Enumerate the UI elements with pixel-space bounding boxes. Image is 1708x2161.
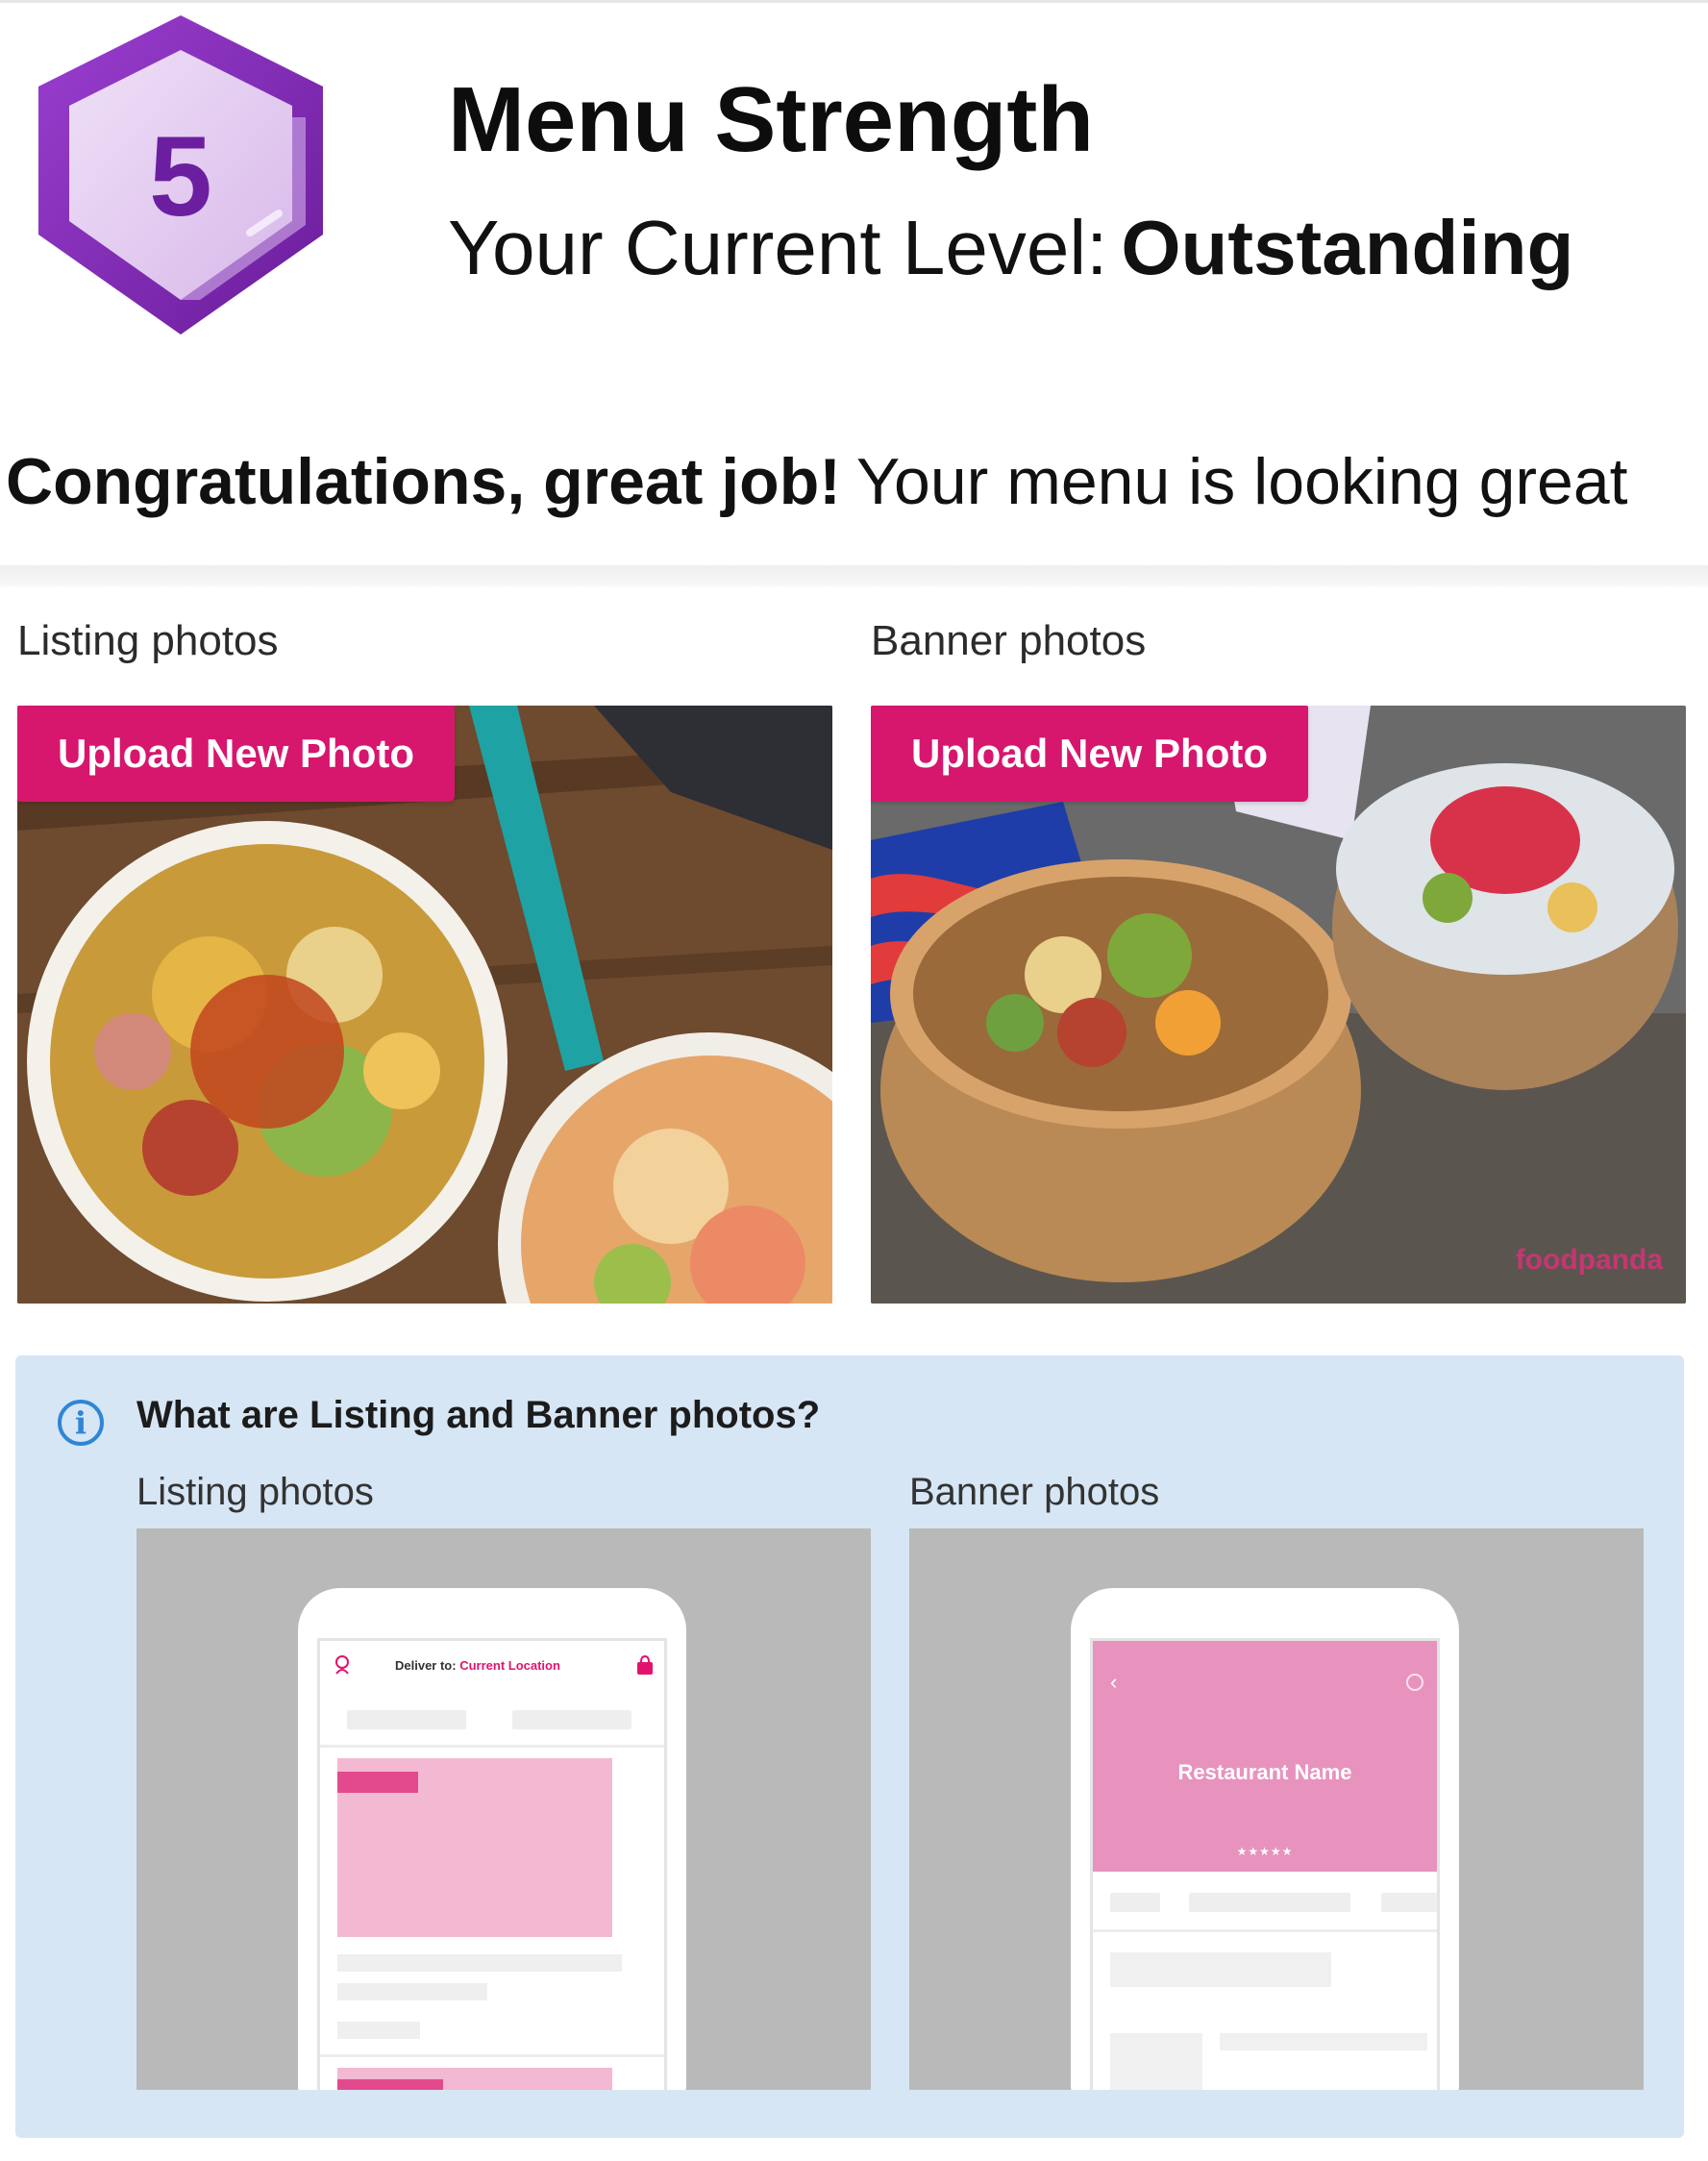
page-title: Menu Strength xyxy=(448,68,1094,171)
deliver-to-text: Deliver to: Current Location xyxy=(395,1658,560,1673)
listing-mock-topbar: Deliver to: Current Location xyxy=(320,1641,664,1689)
tab-placeholder xyxy=(1110,1893,1160,1912)
filter-placeholder xyxy=(512,1710,631,1729)
shopping-bag-icon xyxy=(637,1654,653,1675)
listing-mockup: Deliver to: Current Location xyxy=(136,1528,871,2090)
back-icon: ‹ xyxy=(1110,1670,1118,1694)
congrats-message: Congratulations, great job! Your menu is … xyxy=(6,444,1628,519)
current-level-value: Outstanding xyxy=(1121,205,1574,290)
info-circle-icon xyxy=(1406,1674,1423,1691)
text-placeholder xyxy=(337,1983,487,2000)
info-banner-label: Banner photos xyxy=(909,1471,1160,1513)
level-number: 5 xyxy=(149,113,212,240)
tab-placeholder xyxy=(1381,1893,1437,1912)
mock-rating-stars: ★★★★★ xyxy=(1236,1845,1294,1858)
current-level-label: Your Current Level: xyxy=(448,205,1108,290)
current-level: Your Current Level: Outstanding xyxy=(448,204,1573,292)
text-placeholder xyxy=(1110,1952,1331,1987)
listing-phone-screen: Deliver to: Current Location xyxy=(317,1638,667,2090)
banner-upload-button[interactable]: Upload New Photo xyxy=(871,706,1308,802)
text-placeholder xyxy=(337,1954,622,1972)
deliver-to-location: Current Location xyxy=(459,1658,560,1673)
congrats-strong: Congratulations, great job! xyxy=(6,445,841,518)
info-icon: i xyxy=(58,1400,104,1446)
section-divider xyxy=(0,565,1708,586)
photo-info-box: i What are Listing and Banner photos? Li… xyxy=(15,1355,1684,2138)
banner-phone-frame: ‹ Restaurant Name ★★★★★ xyxy=(1071,1588,1459,2090)
mock-restaurant-name: Restaurant Name xyxy=(1177,1760,1352,1784)
foodpanda-watermark: foodpanda xyxy=(1515,1244,1663,1276)
info-listing-label: Listing photos xyxy=(136,1471,374,1513)
banner-photo[interactable]: Upload New Photo foodpanda xyxy=(871,706,1686,1304)
listing-tag-placeholder xyxy=(337,1772,418,1793)
congrats-rest: Your menu is looking great xyxy=(855,445,1628,518)
mock-divider xyxy=(1093,1929,1437,1932)
tab-placeholder xyxy=(1189,1893,1350,1912)
listing-tag-placeholder xyxy=(337,2079,443,2090)
mock-divider xyxy=(320,2054,664,2057)
top-divider xyxy=(0,0,1708,3)
deliver-to-label: Deliver to: xyxy=(395,1658,457,1673)
image-placeholder xyxy=(1110,2033,1202,2090)
level-badge: 5 xyxy=(27,12,334,338)
listing-photo[interactable]: Upload New Photo xyxy=(17,706,832,1304)
location-pin-icon xyxy=(335,1655,349,1675)
filter-placeholder xyxy=(347,1710,466,1729)
listing-photos-label: Listing photos xyxy=(17,617,279,664)
banner-header-placeholder: ‹ Restaurant Name ★★★★★ xyxy=(1093,1641,1437,1872)
text-placeholder xyxy=(1220,2033,1427,2050)
banner-photos-label: Banner photos xyxy=(871,617,1147,664)
info-title: What are Listing and Banner photos? xyxy=(136,1394,821,1436)
banner-phone-screen: ‹ Restaurant Name ★★★★★ xyxy=(1090,1638,1440,2090)
mock-divider xyxy=(320,1745,664,1748)
listing-phone-frame: Deliver to: Current Location xyxy=(298,1588,686,2090)
text-placeholder xyxy=(337,2022,420,2039)
banner-mockup: ‹ Restaurant Name ★★★★★ xyxy=(909,1528,1644,2090)
listing-upload-button[interactable]: Upload New Photo xyxy=(17,706,455,802)
